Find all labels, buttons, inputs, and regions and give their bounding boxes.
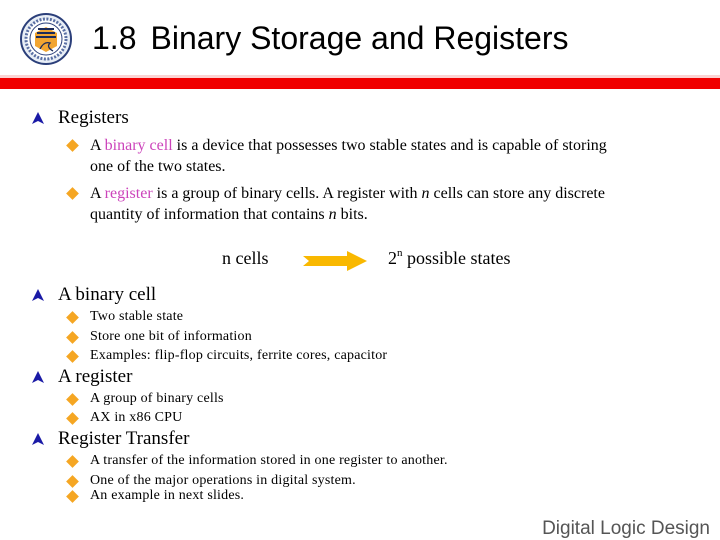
diamond-bullet-icon	[66, 187, 79, 200]
diamond-bullet-icon	[66, 350, 79, 363]
diamond-bullet-icon	[66, 139, 79, 152]
triangle-bullet-icon	[32, 433, 44, 445]
title-text: Binary Storage and Registers	[150, 20, 569, 56]
university-logo-icon	[20, 13, 72, 65]
title-divider-bar	[0, 75, 720, 89]
diamond-bullet-icon	[66, 455, 79, 468]
diamond-bullet-icon	[66, 311, 79, 324]
term-binary-cell: binary cell	[104, 137, 173, 154]
title-number: 1.8	[92, 20, 137, 56]
diamond-bullet-icon	[66, 412, 79, 425]
triangle-bullet-icon	[32, 112, 44, 124]
diagram-right-label: 2n possible states	[388, 247, 511, 268]
diamond-bullet-icon	[66, 331, 79, 344]
diamond-bullet-icon	[66, 393, 79, 406]
slide-title: 1.8 Binary Storage and Registers	[92, 20, 568, 57]
diagram-left-label: n cells	[222, 248, 269, 268]
diamond-bullet-icon	[66, 475, 79, 488]
footer-course-name: Digital Logic Design	[542, 518, 710, 539]
diamond-bullet-icon	[66, 490, 79, 503]
triangle-bullet-icon	[32, 289, 44, 301]
triangle-bullet-icon	[32, 371, 44, 383]
right-arrow-icon	[303, 251, 367, 271]
term-register: register	[104, 185, 153, 202]
